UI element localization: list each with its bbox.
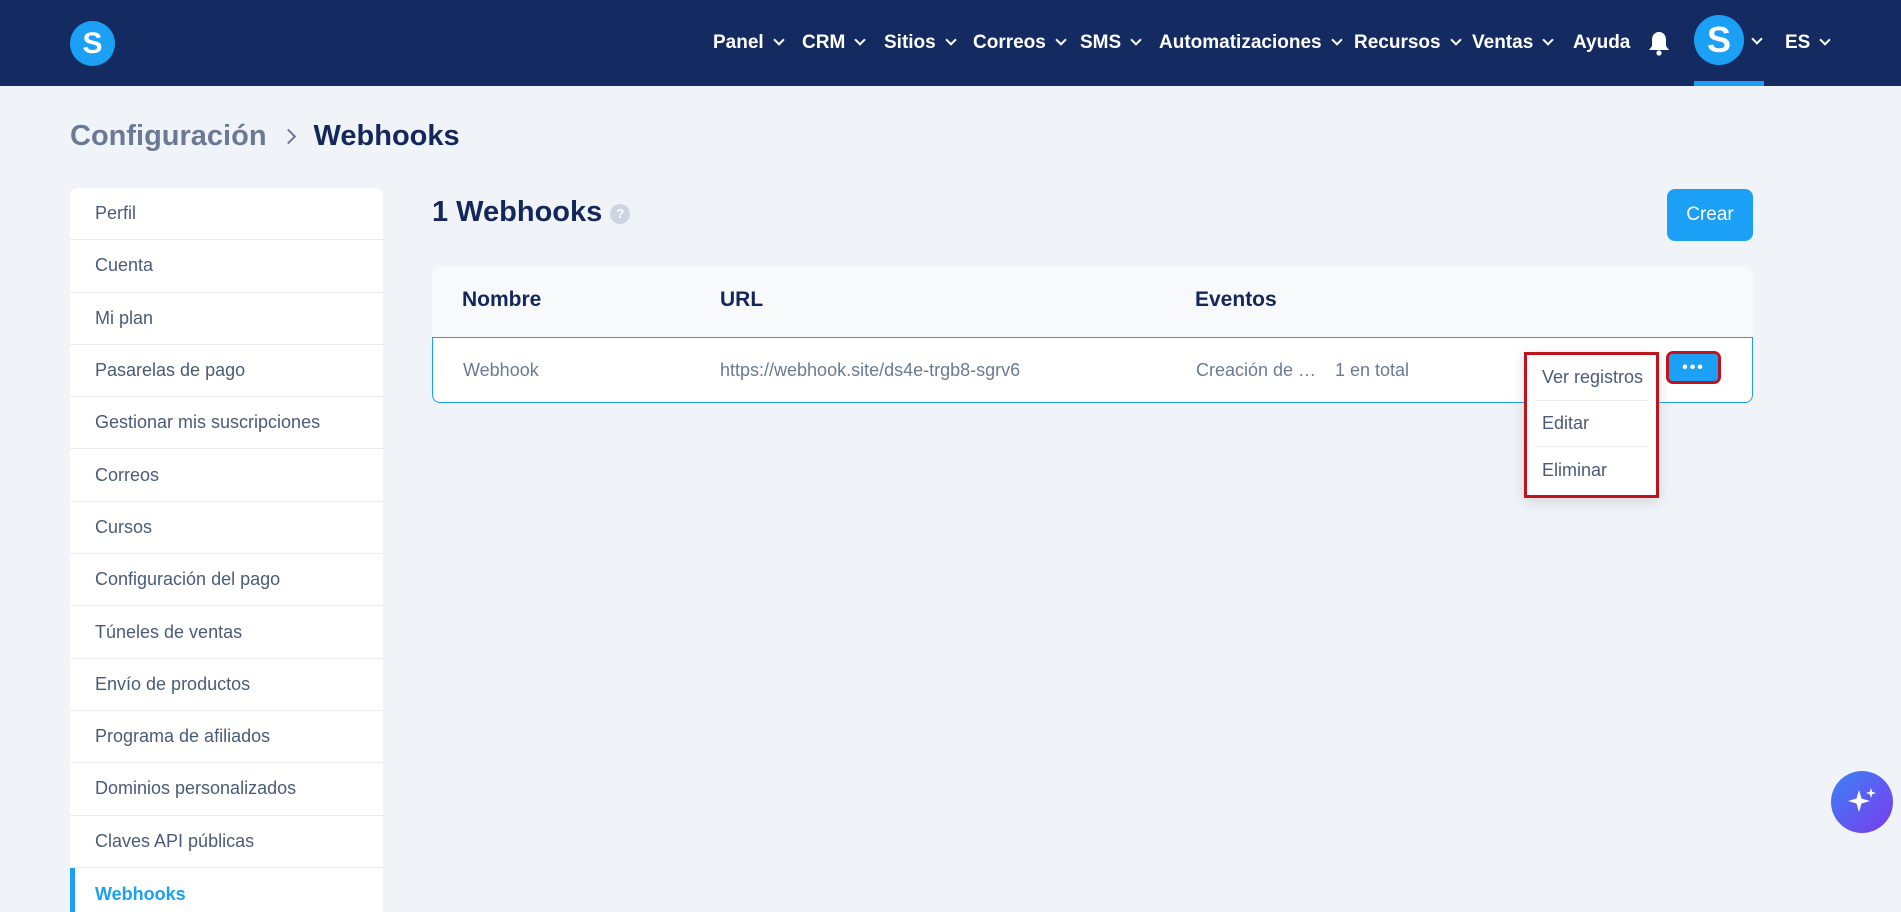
sidebar-item-claves-api[interactable]: Claves API públicas [70,816,383,868]
column-header-nombre: Nombre [462,288,542,311]
menu-item-editar[interactable]: Editar [1535,401,1648,447]
chevron-down-icon [1542,34,1554,46]
nav-recursos[interactable]: Recursos [1354,0,1462,86]
active-indicator [1694,81,1764,86]
chevron-down-icon [1130,34,1142,46]
page-title: 1 Webhooks ? [432,196,631,229]
row-actions-button[interactable]: ••• [1666,351,1721,384]
brand-logo[interactable]: S [70,21,115,66]
menu-item-eliminar[interactable]: Eliminar [1535,447,1648,493]
sidebar-item-cursos[interactable]: Cursos [70,502,383,555]
chevron-down-icon [1819,34,1832,46]
sidebar-item-tuneles-de-ventas[interactable]: Túneles de ventas [70,606,383,659]
sidebar-item-configuracion-pago[interactable]: Configuración del pago [70,554,383,607]
nav-panel[interactable]: Panel [713,0,785,86]
webhook-url: https://webhook.site/ds4e-trgb8-sgrv6 [720,360,1021,380]
create-webhook-button[interactable]: Crear [1667,189,1753,241]
sidebar-item-correos[interactable]: Correos [70,449,383,502]
menu-item-ver-registros[interactable]: Ver registros [1535,355,1648,401]
nav-label: Automatizaciones [1159,32,1322,53]
sparkle-icon [1848,788,1876,812]
nav-crm[interactable]: CRM [802,0,866,86]
language-label: ES [1785,32,1811,53]
webhook-events: Creación de … [1196,360,1317,380]
nav-label: SMS [1080,32,1122,53]
chevron-down-icon [1055,34,1067,46]
language-selector[interactable]: ES [1785,0,1832,86]
nav-ventas[interactable]: Ventas [1472,0,1554,86]
sidebar-item-webhooks[interactable]: Webhooks [70,867,383,912]
nav-correos[interactable]: Correos [973,0,1067,86]
help-icon[interactable]: ? [610,203,631,224]
webhook-events-count: 1 en total [1335,360,1410,380]
chevron-down-icon [1330,34,1343,46]
sidebar-item-mi-plan[interactable]: Mi plan [70,293,383,345]
settings-sidebar: Perfil Cuenta Mi plan Pasarelas de pago … [70,188,383,912]
breadcrumb-parent[interactable]: Configuración [70,120,267,153]
chevron-down-icon [1449,34,1462,46]
sidebar-item-cuenta[interactable]: Cuenta [70,240,383,293]
nav-automatizaciones[interactable]: Automatizaciones [1159,0,1343,86]
bell-icon[interactable] [1647,30,1671,56]
nav-label: CRM [802,32,846,53]
chevron-down-icon [773,34,785,46]
nav-label: Panel [713,32,764,53]
breadcrumb: Configuración Webhooks [70,120,460,153]
sidebar-item-perfil[interactable]: Perfil [70,188,383,241]
sidebar-item-pasarelas-de-pago[interactable]: Pasarelas de pago [70,345,383,398]
column-header-url: URL [720,288,764,311]
chevron-down-icon [945,34,957,46]
nav-label: Correos [973,32,1046,53]
nav-label: Ayuda [1573,32,1631,53]
nav-label: Ventas [1472,32,1534,53]
nav-label: Sitios [884,32,936,53]
nav-label: Recursos [1354,32,1441,53]
chevron-down-icon[interactable] [1751,33,1763,45]
user-avatar[interactable]: S [1694,15,1744,65]
chevron-right-icon [280,128,296,145]
sidebar-item-envio-de-productos[interactable]: Envío de productos [70,659,383,711]
top-navigation-bar: S Panel CRM Sitios Correos SMS Automatiz… [0,0,1901,86]
row-actions-menu: Ver registros Editar Eliminar [1524,352,1659,498]
webhook-name: Webhook [463,360,539,380]
ai-assistant-button[interactable] [1831,771,1893,833]
sidebar-item-dominios-personalizados[interactable]: Dominios personalizados [70,763,383,816]
sidebar-item-suscripciones[interactable]: Gestionar mis suscripciones [70,397,383,450]
table-header: Nombre URL Eventos [432,266,1753,337]
chevron-down-icon [854,34,866,46]
page-title-text: 1 Webhooks [432,196,603,228]
nav-sms[interactable]: SMS [1080,0,1142,86]
breadcrumb-current: Webhooks [313,120,460,152]
nav-ayuda[interactable]: Ayuda [1573,0,1630,86]
sidebar-item-programa-de-afiliados[interactable]: Programa de afiliados [70,711,383,764]
column-header-eventos: Eventos [1195,288,1277,311]
nav-sitios[interactable]: Sitios [884,0,957,86]
